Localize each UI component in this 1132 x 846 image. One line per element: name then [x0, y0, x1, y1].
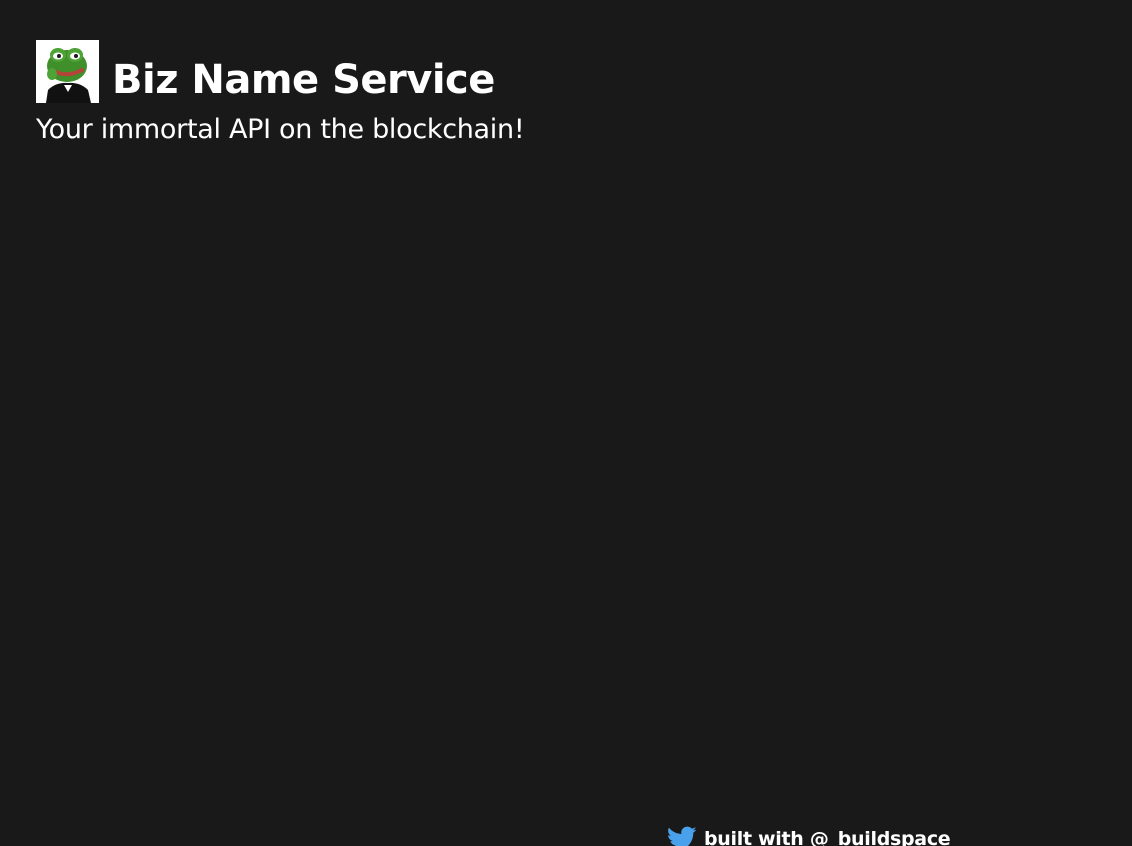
title-row: Biz Name Service: [36, 33, 524, 103]
footer: built with @_buildspace: [667, 824, 951, 846]
page-title: Biz Name Service: [112, 57, 495, 103]
page-subtitle: Your immortal API on the blockchain!: [36, 114, 525, 145]
frog-avatar-icon: [36, 40, 99, 103]
buildspace-link[interactable]: built with @_buildspace: [704, 828, 951, 846]
twitter-icon: [668, 826, 697, 846]
header: Biz Name Service Your immortal API on th…: [36, 33, 525, 148]
page: Biz Name Service Your immortal API on th…: [0, 0, 1132, 846]
